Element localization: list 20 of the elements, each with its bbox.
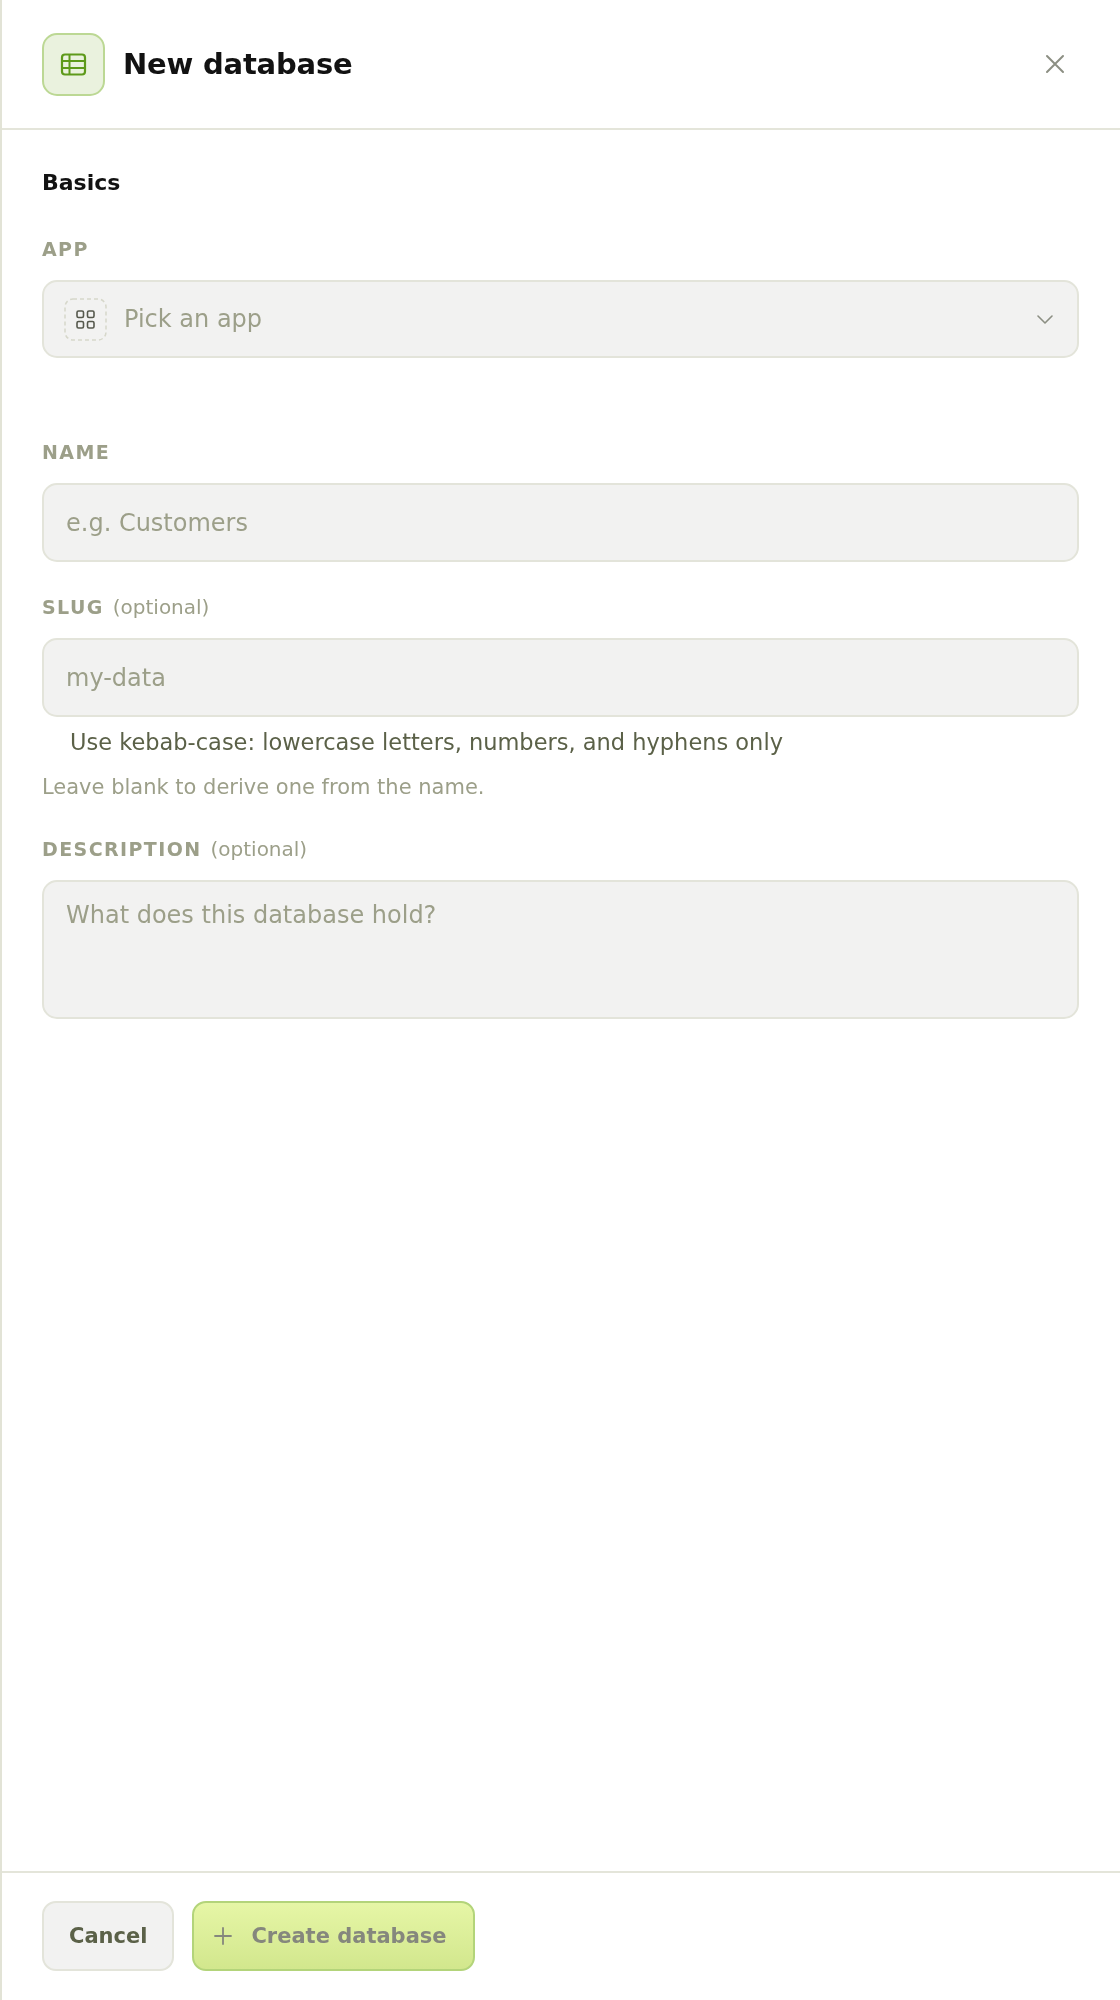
- field-label: APP: [42, 237, 89, 261]
- close-icon[interactable]: [1045, 54, 1065, 74]
- cancel-button[interactable]: Cancel: [42, 1901, 175, 1971]
- optional-note: (optional): [112, 595, 210, 619]
- textarea-field[interactable]: What does this database hold?: [42, 880, 1079, 1019]
- grid-icon: [64, 297, 107, 341]
- input-field[interactable]: e.g. Customers: [42, 483, 1079, 562]
- section-title: Basics: [42, 170, 121, 196]
- field-label: DESCRIPTION: [42, 837, 202, 861]
- field-label: SLUG: [42, 595, 104, 619]
- validation-hint: Use kebab-case: lowercase letters, numbers, and hyphens only: [70, 729, 783, 755]
- dialog-title: New database: [123, 47, 353, 81]
- help-text: Leave blank to derive one from the name.: [42, 776, 485, 798]
- field-label: NAME: [42, 440, 111, 464]
- select-field[interactable]: Pick an app: [42, 280, 1079, 358]
- optional-note: (optional): [210, 837, 308, 861]
- table-icon: [42, 32, 105, 96]
- plus-icon: [214, 1927, 233, 1945]
- chevron-down-icon: [1037, 314, 1053, 324]
- input-field[interactable]: my-data: [42, 638, 1079, 717]
